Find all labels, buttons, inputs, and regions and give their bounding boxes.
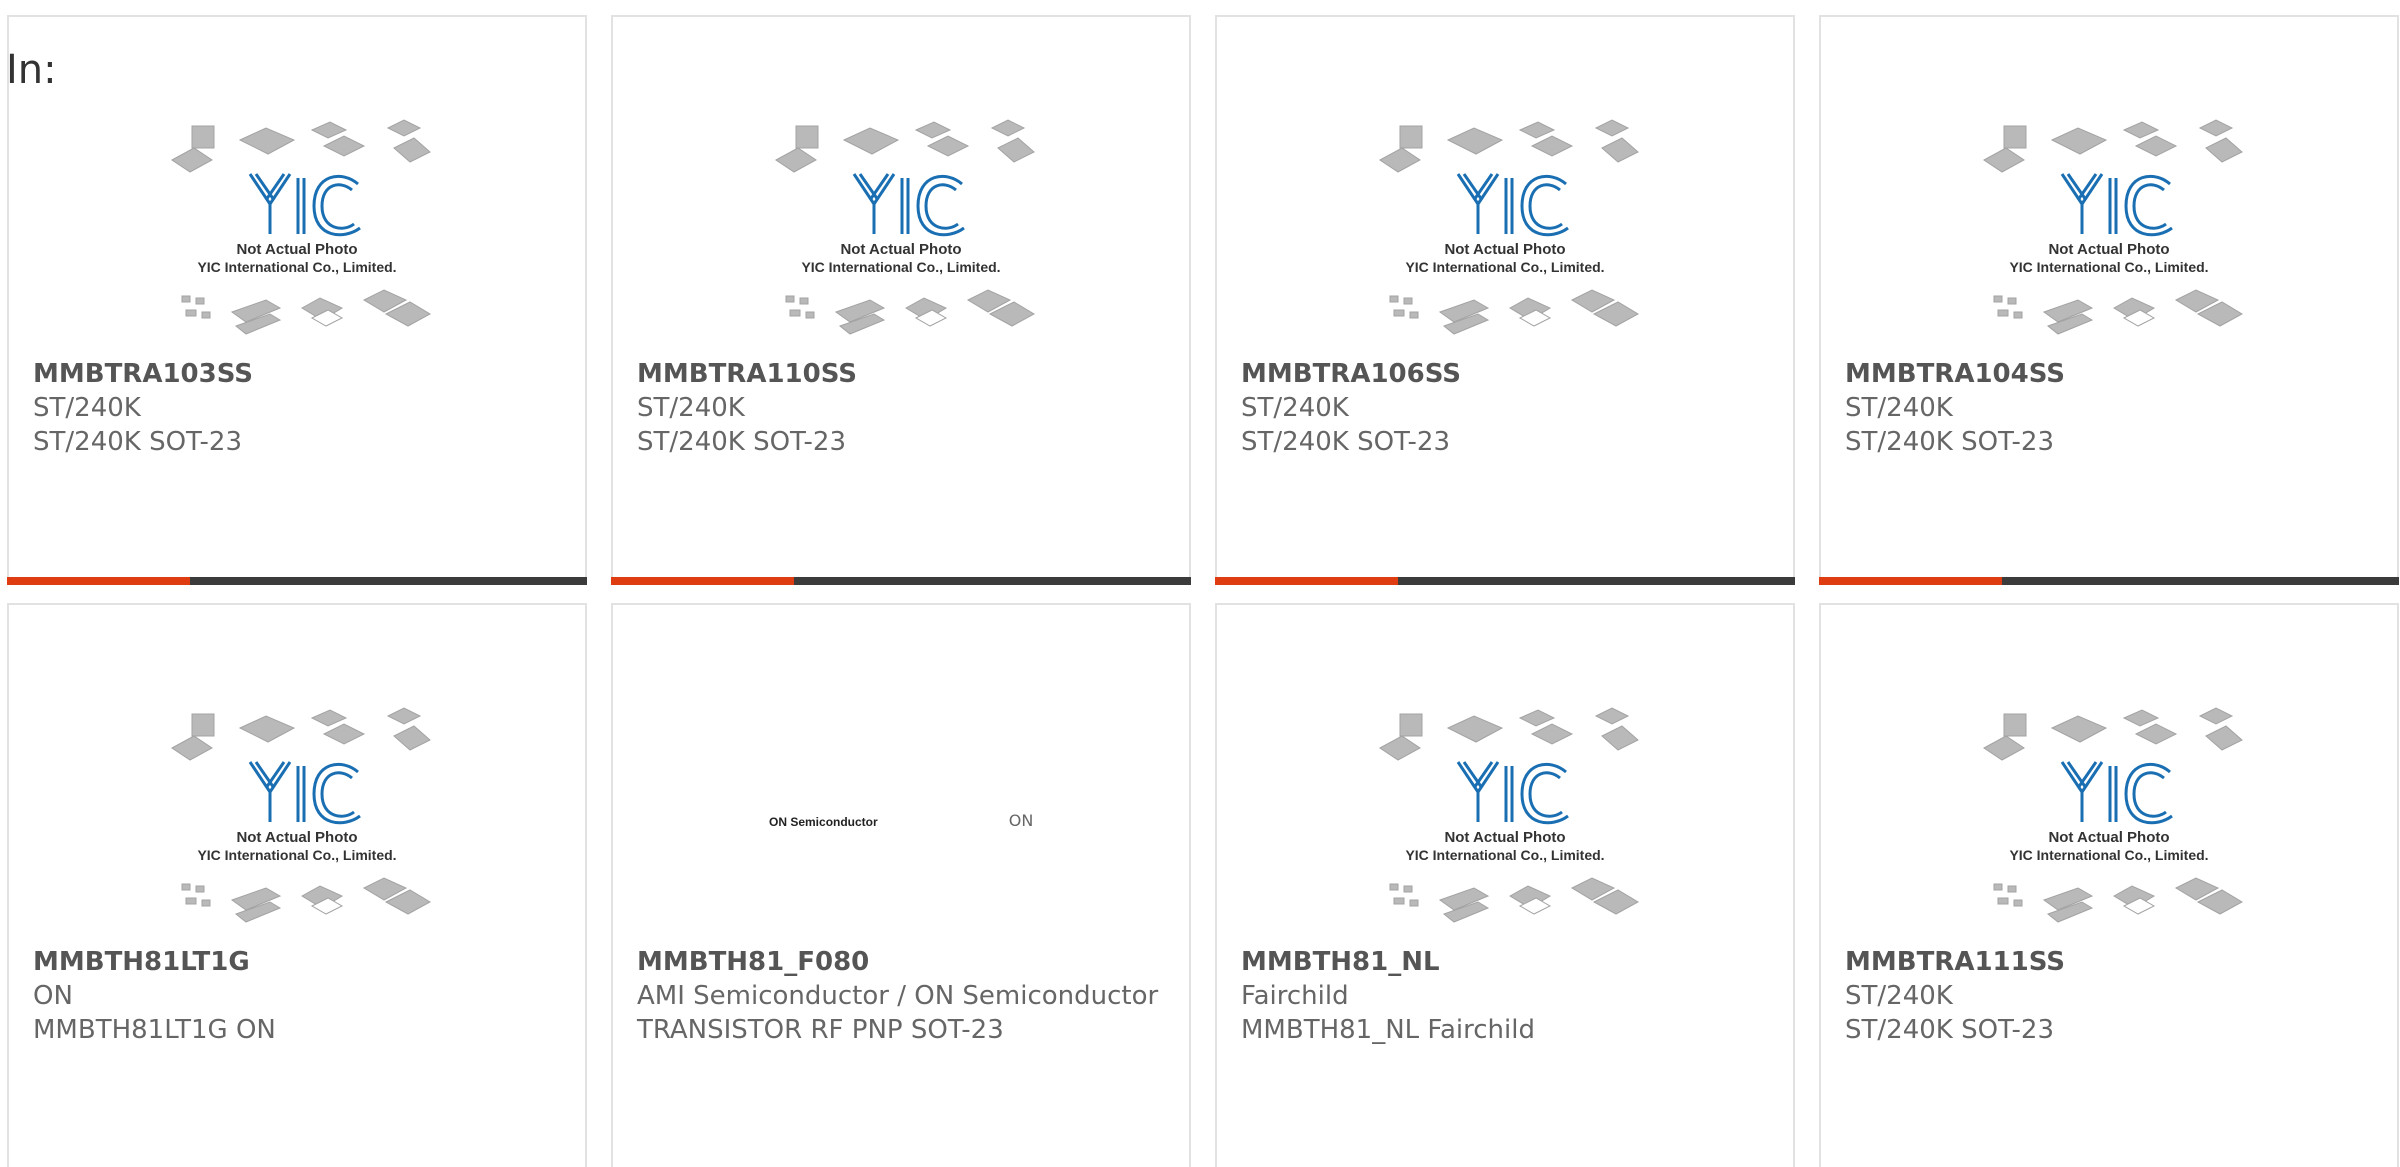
part-number[interactable]: MMBTRA110SS <box>637 357 1169 391</box>
description: ST/240K SOT-23 <box>1845 1015 2055 1045</box>
placeholder-line1: Not Actual Photo <box>236 829 357 846</box>
placeholder-line2: YIC International Co., Limited. <box>801 259 1000 275</box>
product-image-placeholder: Not Actual Photo YIC International Co., … <box>1821 695 2397 945</box>
product-image-placeholder: Not Actual Photo YIC International Co., … <box>9 695 585 945</box>
card-accent-bar <box>7 577 587 585</box>
product-card[interactable]: Not Actual Photo YIC International Co., … <box>1819 603 2399 1167</box>
part-number[interactable]: MMBTH81_F080 <box>637 945 1169 979</box>
description: ST/240K SOT-23 <box>637 427 847 457</box>
description: ST/240K SOT-23 <box>1241 427 1451 457</box>
product-card[interactable]: ON Semiconductor ON MMBTH81_F080 AMI Sem… <box>611 603 1191 1167</box>
yic-placeholder-graphic: Not Actual Photo YIC International Co., … <box>1379 119 1640 335</box>
placeholder-line2: YIC International Co., Limited. <box>1405 847 1604 863</box>
yic-placeholder-graphic: Not Actual Photo YIC International Co., … <box>1983 707 2244 923</box>
card-accent-bar <box>1819 577 2399 585</box>
description: MMBTH81LT1G ON <box>33 1015 276 1045</box>
product-image-placeholder: Not Actual Photo YIC International Co., … <box>1217 107 1793 357</box>
part-number[interactable]: MMBTRA106SS <box>1241 357 1773 391</box>
product-grid-page: In: Not Actual Photo YIC International C… <box>0 0 2400 1167</box>
placeholder-line1: Not Actual Photo <box>236 241 357 258</box>
card-accent-bar <box>1215 577 1795 585</box>
manufacturer: ON <box>33 981 73 1011</box>
manufacturer: ST/240K <box>1845 981 1953 1011</box>
yic-placeholder-graphic: Not Actual Photo YIC International Co., … <box>171 119 432 335</box>
part-number[interactable]: MMBTRA103SS <box>33 357 565 391</box>
product-card[interactable]: Not Actual Photo YIC International Co., … <box>7 15 587 585</box>
filter-label: In: <box>6 47 57 93</box>
placeholder-line2: YIC International Co., Limited. <box>197 847 396 863</box>
part-number[interactable]: MMBTRA104SS <box>1845 357 2377 391</box>
product-card[interactable]: Not Actual Photo YIC International Co., … <box>1215 15 1795 585</box>
on-logo-badge: ON <box>1008 810 1034 830</box>
description: TRANSISTOR RF PNP SOT-23 <box>637 1015 1004 1045</box>
placeholder-line1: Not Actual Photo <box>1444 241 1565 258</box>
product-image-placeholder: Not Actual Photo YIC International Co., … <box>9 107 585 357</box>
yic-placeholder-graphic: Not Actual Photo YIC International Co., … <box>171 707 432 923</box>
description: ST/240K SOT-23 <box>1845 427 2055 457</box>
manufacturer: AMI Semiconductor / ON Semiconductor <box>637 981 1159 1011</box>
manufacturer: ST/240K <box>33 393 141 423</box>
manufacturer: ST/240K <box>1241 393 1349 423</box>
on-semiconductor-logo: ON Semiconductor ON <box>613 695 1189 945</box>
yic-placeholder-graphic: Not Actual Photo YIC International Co., … <box>1379 707 1640 923</box>
manufacturer: ST/240K <box>1845 393 1953 423</box>
placeholder-line2: YIC International Co., Limited. <box>2009 259 2208 275</box>
part-number[interactable]: MMBTH81LT1G <box>33 945 565 979</box>
placeholder-line2: YIC International Co., Limited. <box>197 259 396 275</box>
manufacturer: ST/240K <box>637 393 745 423</box>
product-image-placeholder: Not Actual Photo YIC International Co., … <box>1821 107 2397 357</box>
yic-placeholder-graphic: Not Actual Photo YIC International Co., … <box>1983 119 2244 335</box>
placeholder-line1: Not Actual Photo <box>840 241 961 258</box>
placeholder-line2: YIC International Co., Limited. <box>2009 847 2208 863</box>
product-image-placeholder: Not Actual Photo YIC International Co., … <box>613 107 1189 357</box>
description: ST/240K SOT-23 <box>33 427 243 457</box>
placeholder-line1: Not Actual Photo <box>1444 829 1565 846</box>
product-card[interactable]: Not Actual Photo YIC International Co., … <box>1215 603 1795 1167</box>
description: MMBTH81_NL Fairchild <box>1241 1015 1535 1045</box>
on-logo-text: ON Semiconductor <box>769 815 878 829</box>
product-image-placeholder: Not Actual Photo YIC International Co., … <box>1217 695 1793 945</box>
manufacturer: Fairchild <box>1241 981 1349 1011</box>
yic-placeholder-graphic: Not Actual Photo YIC International Co., … <box>775 119 1036 335</box>
placeholder-line1: Not Actual Photo <box>2048 241 2169 258</box>
part-number[interactable]: MMBTH81_NL <box>1241 945 1773 979</box>
placeholder-line2: YIC International Co., Limited. <box>1405 259 1604 275</box>
product-card[interactable]: Not Actual Photo YIC International Co., … <box>7 603 587 1167</box>
product-card[interactable]: Not Actual Photo YIC International Co., … <box>611 15 1191 585</box>
product-card[interactable]: Not Actual Photo YIC International Co., … <box>1819 15 2399 585</box>
part-number[interactable]: MMBTRA111SS <box>1845 945 2377 979</box>
card-accent-bar <box>611 577 1191 585</box>
placeholder-line1: Not Actual Photo <box>2048 829 2169 846</box>
